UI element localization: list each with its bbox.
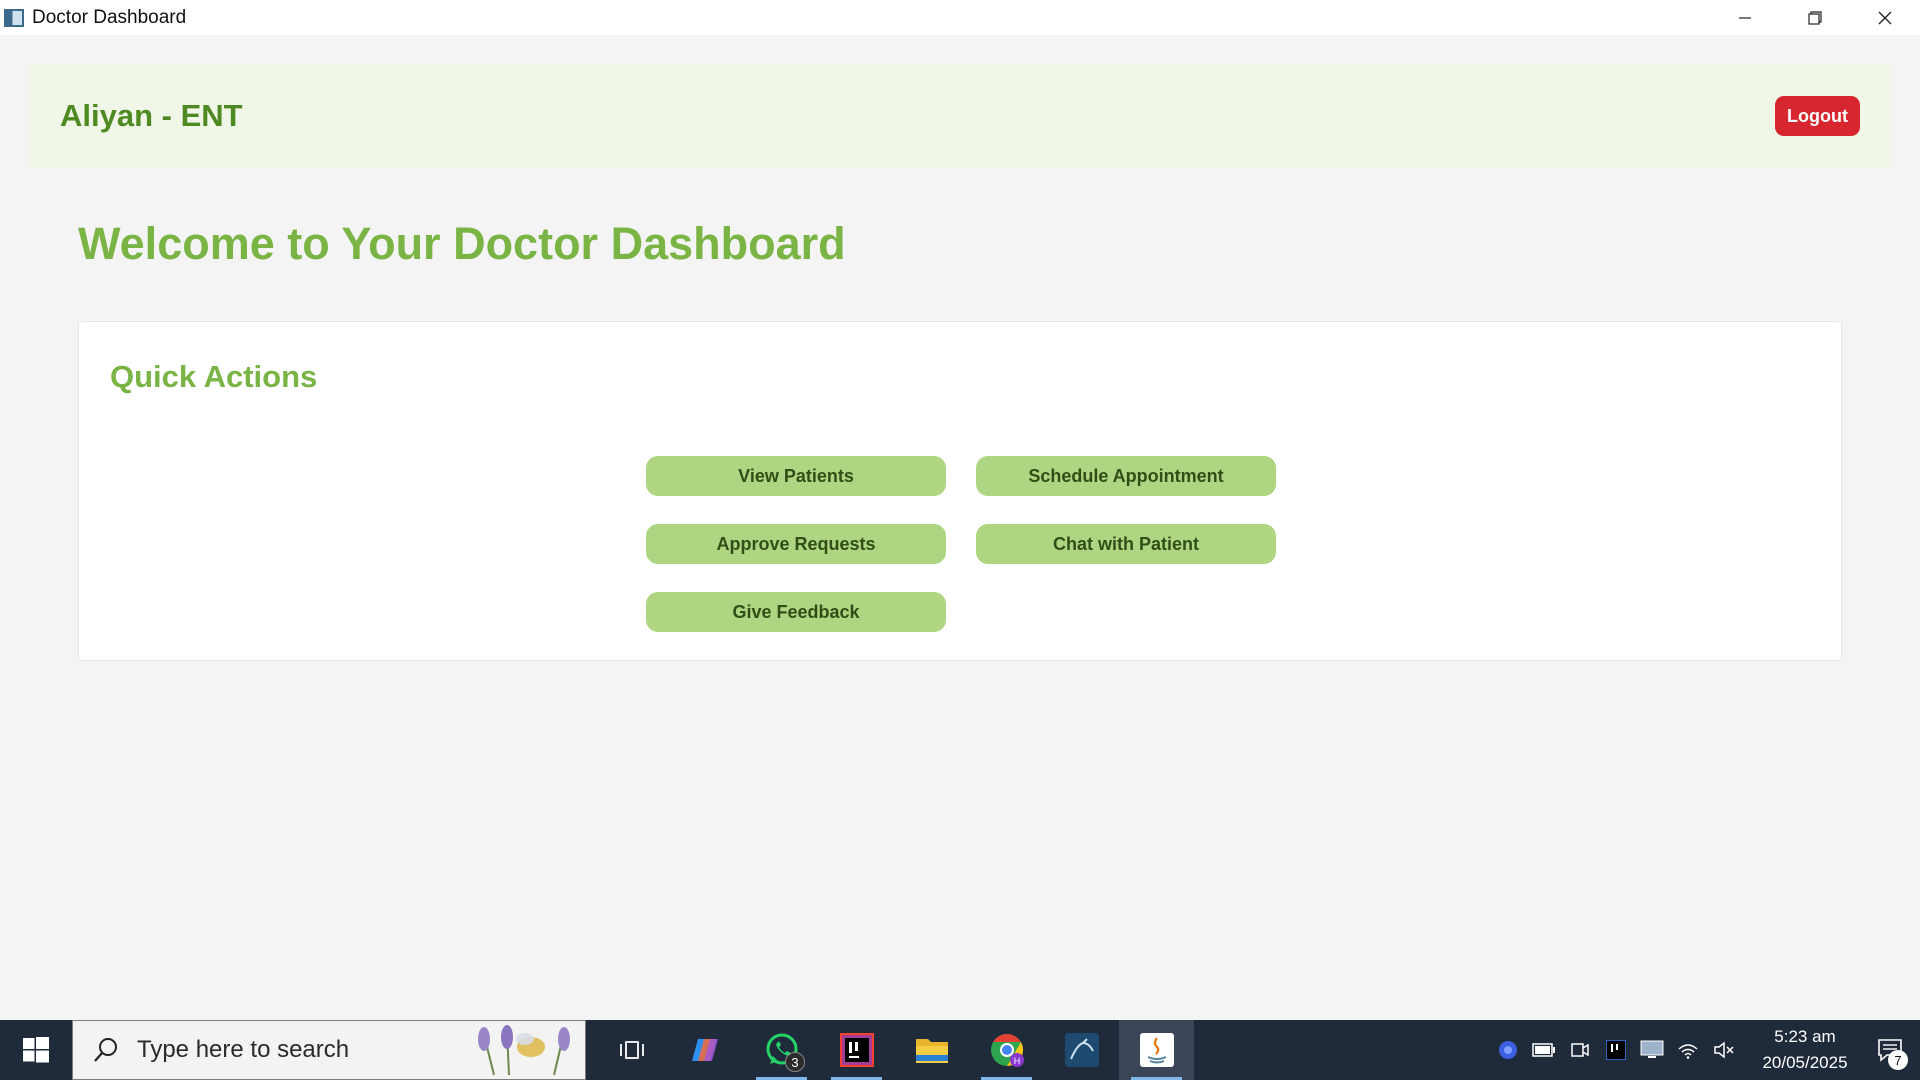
copilot-icon <box>691 1039 718 1061</box>
display-button[interactable] <box>1634 1020 1670 1080</box>
taskbar: 3 <box>0 1020 1920 1080</box>
intellij-tray-icon <box>1606 1040 1626 1060</box>
window-titlebar: Doctor Dashboard <box>0 0 1920 35</box>
quick-actions-title: Quick Actions <box>110 359 318 394</box>
schedule-appointment-button[interactable]: Schedule Appointment <box>976 456 1276 496</box>
volume-muted-icon <box>1714 1041 1734 1059</box>
task-view-icon <box>619 1041 644 1059</box>
quick-actions-grid: View Patients Schedule Appointment Appro… <box>646 456 1276 632</box>
wifi-button[interactable] <box>1670 1020 1706 1080</box>
search-icon <box>94 1038 117 1062</box>
chrome-icon: H <box>990 1034 1024 1067</box>
notification-badge: 7 <box>1888 1050 1908 1070</box>
logout-button[interactable]: Logout <box>1775 96 1860 136</box>
app-window-icon <box>4 8 24 27</box>
restore-icon <box>1808 10 1822 25</box>
give-feedback-button[interactable]: Give Feedback <box>646 592 946 632</box>
task-view-button[interactable] <box>594 1020 669 1080</box>
quick-actions-card: Quick Actions View Patients Schedule App… <box>78 321 1842 661</box>
camera-icon <box>1571 1043 1589 1057</box>
intellij-tray-button[interactable] <box>1598 1020 1634 1080</box>
window-controls <box>1710 0 1920 35</box>
chat-with-patient-button[interactable]: Chat with Patient <box>976 524 1276 564</box>
file-explorer-app-button[interactable] <box>894 1020 969 1080</box>
mysql-workbench-app-button[interactable] <box>1044 1020 1119 1080</box>
system-tray: 5:23 am 20/05/2025 7 <box>1490 1020 1920 1080</box>
svg-text:H: H <box>1013 1056 1020 1066</box>
intellij-icon <box>839 1033 874 1067</box>
battery-icon <box>1532 1043 1555 1057</box>
minimize-button[interactable] <box>1710 0 1780 35</box>
dashboard-app: Aliyan - ENT Logout Welcome to Your Doct… <box>0 35 1920 1020</box>
approve-requests-button[interactable]: Approve Requests <box>646 524 946 564</box>
java-app-button[interactable] <box>1119 1020 1194 1080</box>
java-icon <box>1139 1033 1174 1067</box>
restore-button[interactable] <box>1780 0 1850 35</box>
close-button[interactable] <box>1850 0 1920 35</box>
notification-center-button[interactable]: 7 <box>1860 1020 1920 1080</box>
snowflake-icon <box>1499 1041 1517 1059</box>
doctor-name: Aliyan - ENT <box>60 98 243 133</box>
search-input[interactable] <box>137 1036 477 1064</box>
clock-date: 20/05/2025 <box>1762 1053 1848 1072</box>
dashboard-header: Aliyan - ENT Logout <box>30 64 1890 168</box>
monitor-icon <box>1640 1040 1664 1058</box>
meet-now-button[interactable] <box>1562 1020 1598 1080</box>
windows-logo-icon <box>23 1037 49 1063</box>
volume-button[interactable] <box>1706 1020 1742 1080</box>
whatsapp-app-button[interactable]: 3 <box>744 1020 819 1080</box>
clock-time: 5:23 am <box>1774 1027 1836 1046</box>
tray-app-button[interactable] <box>1490 1020 1526 1080</box>
battery-button[interactable] <box>1526 1020 1562 1080</box>
taskbar-clock[interactable]: 5:23 am 20/05/2025 <box>1750 1024 1860 1076</box>
chrome-app-button[interactable]: H <box>969 1020 1044 1080</box>
window-title: Doctor Dashboard <box>32 6 187 28</box>
close-icon <box>1878 11 1892 24</box>
file-explorer-icon <box>915 1039 948 1063</box>
mysql-workbench-icon <box>1064 1033 1099 1067</box>
taskbar-search[interactable] <box>72 1020 586 1080</box>
start-button[interactable] <box>0 1020 72 1080</box>
view-patients-button[interactable]: View Patients <box>646 456 946 496</box>
lavender-decoration-icon <box>478 1025 570 1076</box>
whatsapp-badge: 3 <box>785 1052 805 1072</box>
page-title: Welcome to Your Doctor Dashboard <box>78 218 846 269</box>
copilot-app-button[interactable] <box>669 1020 744 1080</box>
intellij-app-button[interactable] <box>819 1020 894 1080</box>
minimize-icon <box>1739 16 1751 19</box>
wifi-icon <box>1678 1044 1698 1059</box>
taskbar-apps: 3 H <box>594 1020 1194 1080</box>
